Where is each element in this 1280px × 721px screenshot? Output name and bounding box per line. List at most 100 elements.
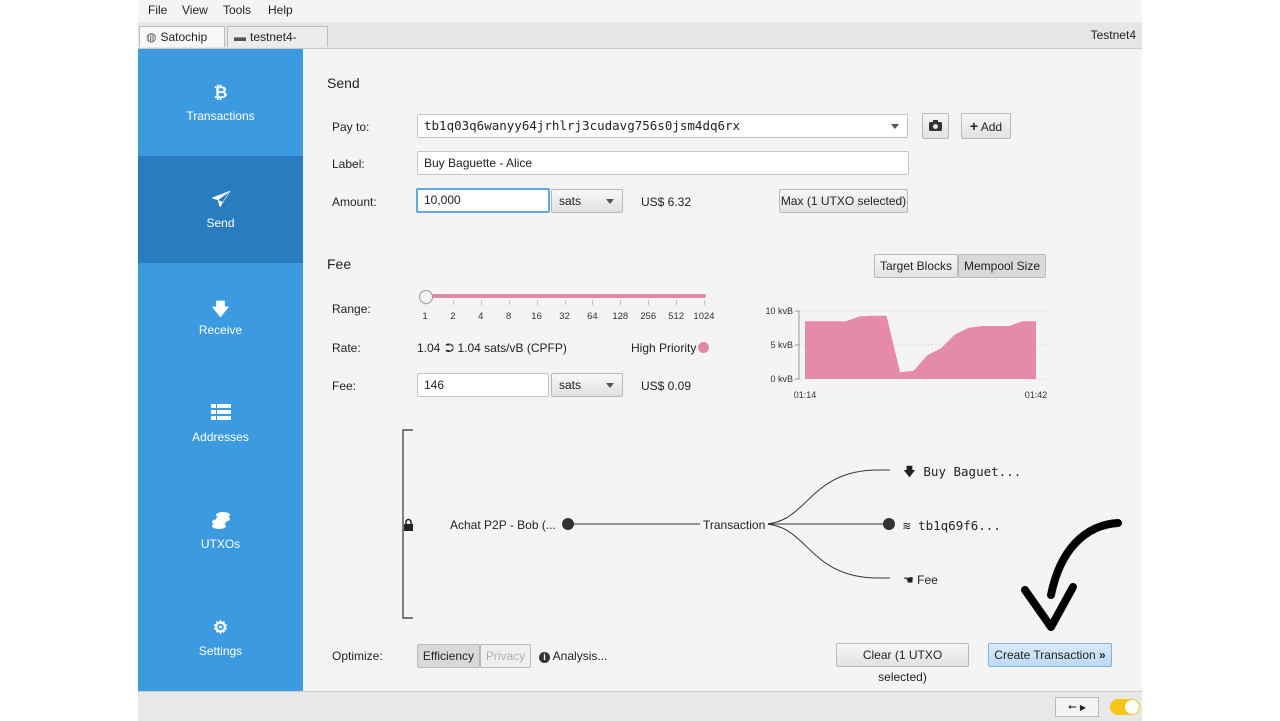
fee-range-slider[interactable] <box>421 294 706 298</box>
pay-to-label: Pay to: <box>332 120 369 134</box>
fee-range-tick-label: 8 <box>494 311 524 322</box>
menu-help[interactable]: Help <box>268 3 293 17</box>
sidebar-item-label: UTXOs <box>138 537 303 551</box>
usb-device-button[interactable]: ⭠ ▶ <box>1055 697 1099 717</box>
tab-testnet4-main[interactable]: ▬testnet4-main <box>227 26 328 47</box>
coins-icon <box>138 511 303 534</box>
fee-range-tick-label: 16 <box>522 311 552 322</box>
sidebar-item-receive[interactable]: 🡇 Receive <box>138 263 303 370</box>
analysis-link[interactable]: i Analysis... <box>539 649 607 663</box>
menu-view[interactable]: View <box>182 3 208 17</box>
diagram-output-1[interactable]: 🡇 Buy Baguet... <box>903 463 1021 484</box>
optimize-efficiency-toggle[interactable]: Efficiency <box>417 644 480 668</box>
rate-effective-text: 1.04 sats/vB (CPFP) <box>457 341 566 355</box>
fee-range-tick-label: 256 <box>633 311 663 322</box>
fee-input[interactable]: 146 <box>417 373 549 397</box>
lock-icon <box>404 520 413 532</box>
chart-x-tick-label: 01:14 <box>794 390 817 400</box>
add-recipient-button[interactable]: + Add <box>961 113 1011 139</box>
mempool-size-toggle[interactable]: Mempool Size <box>958 254 1046 278</box>
chevron-right-icon: ▶ <box>1080 703 1086 712</box>
amount-unit-select[interactable]: sats <box>551 189 623 213</box>
tab-satochip[interactable]: ◍Satochip ✕ <box>139 26 225 47</box>
chart-x-tick-label: 01:42 <box>1025 390 1048 400</box>
label-input[interactable]: Buy Baguette - Alice <box>417 151 909 175</box>
chart-area-series <box>805 316 1036 379</box>
rate-label: Rate: <box>332 341 361 355</box>
create-transaction-button[interactable]: Create Transaction » <box>988 643 1112 667</box>
amount-unit-value: sats <box>559 194 581 208</box>
camera-icon <box>929 120 942 131</box>
pay-to-input[interactable]: tb1q03q6wanyy64jrhlrj3cudavg756s0jsm4dq6… <box>417 114 908 138</box>
sidebar-item-addresses[interactable]: Addresses <box>138 370 303 477</box>
fee-range-tick-label: 512 <box>661 311 691 322</box>
target-blocks-toggle[interactable]: Target Blocks <box>874 254 958 278</box>
fee-label: Fee: <box>332 379 356 393</box>
clear-button[interactable]: Clear (1 UTXO selected) <box>836 643 969 667</box>
fee-range-tick <box>648 300 649 305</box>
connection-toggle[interactable] <box>1110 699 1140 715</box>
coins-icon: ≋ <box>903 518 911 533</box>
fee-range-tick-label: 64 <box>577 311 607 322</box>
fee-range-tick <box>676 300 677 305</box>
sidebar-item-label: Settings <box>138 644 303 658</box>
tab-bar: ◍Satochip ✕ ▬testnet4-main <box>138 22 1142 49</box>
camera-button[interactable] <box>922 113 949 139</box>
fee-unit-select[interactable]: sats <box>551 373 623 397</box>
diagram-output-fee[interactable]: ☚ Fee <box>903 573 938 587</box>
fee-range-tick <box>453 300 454 305</box>
sidebar-item-label: Transactions <box>138 109 303 123</box>
menu-tools[interactable]: Tools <box>223 3 251 17</box>
double-chevron-right-icon: » <box>1099 648 1106 662</box>
diagram-output-1-label: Buy Baguet... <box>923 464 1021 479</box>
fee-unit-value: sats <box>559 378 581 392</box>
fee-range-tick-label: 2 <box>438 311 468 322</box>
sidebar-item-settings[interactable]: ⚙ Settings <box>138 584 303 691</box>
diagram-input-label[interactable]: Achat P2P - Bob (... <box>450 518 556 532</box>
fee-range-tick-label: 32 <box>550 311 580 322</box>
hand-icon: ☚ <box>903 573 914 587</box>
send-section-title: Send <box>327 75 360 91</box>
sidebar: ₿ Transactions Send 🡇 Receive Addresses … <box>138 49 303 691</box>
fee-range-tick <box>537 300 538 305</box>
output-node[interactable] <box>883 518 895 530</box>
arrow-annotation <box>1015 515 1125 635</box>
fee-range-tick <box>509 300 510 305</box>
cpfp-icon: ⮊ <box>445 341 454 355</box>
create-transaction-label: Create Transaction <box>994 648 1095 662</box>
output-connector-1 <box>763 470 890 524</box>
chevron-down-icon[interactable] <box>891 124 899 129</box>
wallet-icon: ◍ <box>146 27 156 48</box>
sidebar-item-transactions[interactable]: ₿ Transactions <box>138 49 303 156</box>
input-node[interactable] <box>562 518 574 530</box>
plus-icon: + <box>970 118 978 134</box>
status-bar: ⭠ ▶ <box>138 691 1142 721</box>
sidebar-item-utxos[interactable]: UTXOs <box>138 477 303 584</box>
diagram-output-2[interactable]: ≋ tb1q69f6... <box>903 518 1001 533</box>
sidebar-item-label: Receive <box>138 323 303 337</box>
optimize-privacy-toggle[interactable]: Privacy <box>480 644 531 668</box>
fee-range-tick-label: 4 <box>466 311 496 322</box>
sidebar-item-label: Addresses <box>138 430 303 444</box>
chevron-down-icon <box>606 199 614 204</box>
network-label: Testnet4 <box>1091 28 1136 42</box>
max-button[interactable]: Max (1 UTXO selected) <box>779 189 908 213</box>
app-window: File View Tools Help ◍Satochip ✕ ▬testne… <box>138 0 1142 720</box>
wallet-icon: ▬ <box>234 27 246 48</box>
priority-label: High Priority <box>631 341 696 355</box>
amount-input[interactable]: 10,000 <box>416 188 550 213</box>
chart-y-tick-label: 10 kvB <box>765 306 793 316</box>
range-label: Range: <box>332 302 371 316</box>
sidebar-item-send[interactable]: Send <box>138 156 303 263</box>
arrow-down-icon: 🡇 <box>903 464 916 479</box>
connection-toggle-knob <box>1125 700 1139 714</box>
optimize-label: Optimize: <box>332 649 383 663</box>
sidebar-item-label: Send <box>138 216 303 230</box>
menu-file[interactable]: File <box>148 3 167 17</box>
rate-value: 1.04 <box>417 341 440 355</box>
diagram-output-fee-label: Fee <box>917 573 938 587</box>
usb-icon: ⭠ <box>1068 701 1077 713</box>
priority-dot <box>698 342 709 353</box>
fee-range-thumb[interactable] <box>419 290 433 304</box>
fee-range-tick-label: 1 <box>410 311 440 322</box>
